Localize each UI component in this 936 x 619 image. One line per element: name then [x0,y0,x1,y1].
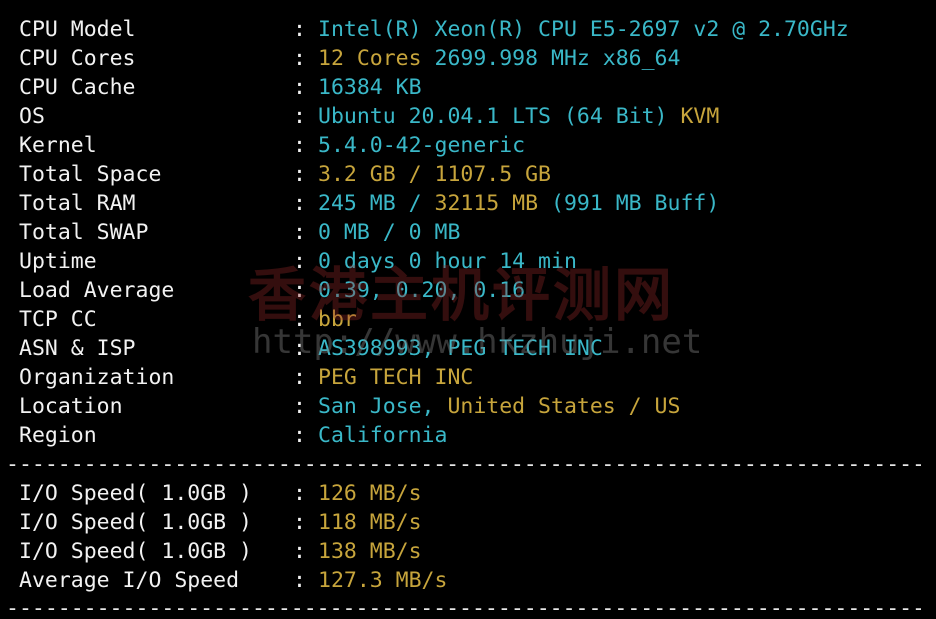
row-label: ASN & ISP [19,336,136,361]
value-segment: California [318,423,448,448]
row-label: Load Average [19,278,175,303]
row-separator: : [293,510,306,535]
row-separator: : [293,162,306,187]
value-segment: Ubuntu 20.04.1 LTS (64 Bit) [318,104,681,129]
row-label: I/O Speed( 1.0GB ) [19,539,252,564]
row-value: 3.2 GB / 1107.5 GB [318,160,551,189]
row-separator: : [293,539,306,564]
row-label: Total RAM [19,191,136,216]
divider-top: ----------------------------------------… [6,0,921,9]
row-value: Ubuntu 20.04.1 LTS (64 Bit) KVM [318,102,719,131]
row-separator: : [293,220,306,245]
divider-middle: ----------------------------------------… [6,455,921,475]
row-label: Organization [19,365,175,390]
row-value: 118 MB/s [318,508,422,537]
row-label: CPU Cache [19,75,136,100]
row-separator: : [293,133,306,158]
row-separator: : [293,394,306,419]
value-segment: (991 MB Buff) [538,191,720,216]
row-value: Intel(R) Xeon(R) CPU E5-2697 v2 @ 2.70GH… [318,15,849,44]
value-segment: 5.4.0-42-generic [318,133,526,158]
row-label: Location [19,394,123,419]
value-segment: 12 Cores [318,46,435,71]
terminal-window: ----------------------------------------… [0,0,936,619]
row-value: California [318,421,447,450]
value-segment: 2699.998 MHz x86_64 [434,46,681,71]
divider-bottom: ----------------------------------------… [6,599,921,619]
row-label: TCP CC [19,307,97,332]
row-value: 0 MB / 0 MB [318,218,460,247]
row-value: 12 Cores 2699.998 MHz x86_64 [318,44,680,73]
row-value: San Jose, United States / US [318,392,680,421]
row-separator: : [293,568,306,593]
row-label: Total Space [19,162,162,187]
row-label: Region [19,423,97,448]
row-label: Uptime [19,249,97,274]
value-segment: 127.3 MB/s [318,568,448,593]
row-separator: : [293,17,306,42]
value-segment: 32115 MB [434,191,539,216]
value-segment: San Jose, [318,394,448,419]
row-label: I/O Speed( 1.0GB ) [19,481,252,506]
watermark-url: http://www.hkzhuji.net [252,322,703,362]
row-label: I/O Speed( 1.0GB ) [19,510,252,535]
watermark-title: 香港主机评测网 [248,261,676,329]
row-value: 127.3 MB/s [318,566,447,595]
row-separator: : [293,46,306,71]
row-label: Total SWAP [19,220,149,245]
value-segment: 16384 KB [318,75,422,100]
value-segment: 118 MB/s [318,510,422,535]
value-segment: PEG TECH INC [318,365,474,390]
row-value: PEG TECH INC [318,363,473,392]
row-separator: : [293,423,306,448]
value-segment: 1107.5 GB [434,162,552,187]
value-segment: 245 MB / [318,191,435,216]
row-value: 138 MB/s [318,537,422,566]
row-value: 5.4.0-42-generic [318,131,525,160]
value-segment: 126 MB/s [318,481,422,506]
value-segment: 138 MB/s [318,539,422,564]
value-segment: KVM [680,104,720,129]
value-segment: 0 MB / 0 MB [318,220,461,245]
row-label: Average I/O Speed [19,568,240,593]
row-value: 245 MB / 32115 MB (991 MB Buff) [318,189,719,218]
row-separator: : [293,481,306,506]
row-label: CPU Cores [19,46,136,71]
value-segment: Intel(R) Xeon(R) CPU E5-2697 v2 @ 2.70GH… [318,17,849,42]
row-separator: : [293,365,306,390]
row-label: CPU Model [19,17,136,42]
row-separator: : [293,104,306,129]
row-separator: : [293,191,306,216]
value-segment: United States / US [447,394,681,419]
row-value: 126 MB/s [318,479,422,508]
row-separator: : [293,75,306,100]
value-segment: 3.2 GB / [318,162,435,187]
row-value: 16384 KB [318,73,422,102]
row-label: Kernel [19,133,97,158]
row-label: OS [19,104,45,129]
